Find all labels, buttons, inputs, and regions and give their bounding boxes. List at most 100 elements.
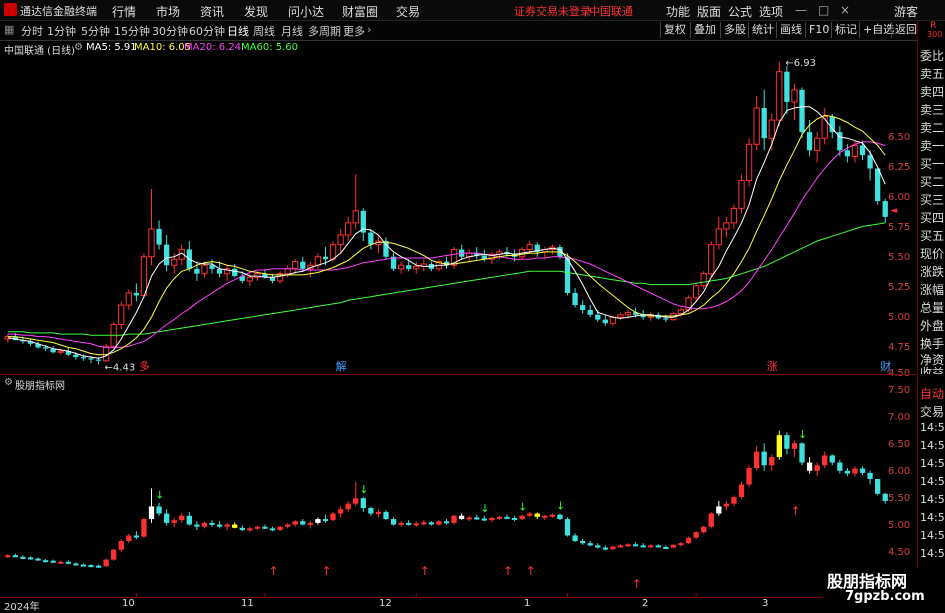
- menu-banmian[interactable]: 版面: [697, 3, 721, 20]
- side-volume[interactable]: 总量: [920, 299, 944, 316]
- candle-body: [715, 228, 722, 246]
- side-price[interactable]: 现价: [920, 245, 944, 262]
- period-60min[interactable]: 60分钟: [189, 23, 225, 39]
- sell-signal-arrow: ↓: [556, 500, 565, 513]
- side-buy3[interactable]: 买三: [920, 191, 944, 208]
- ma10-line: [7, 114, 886, 356]
- indicator-bar: [50, 560, 56, 563]
- side-change[interactable]: 涨跌: [920, 263, 944, 280]
- candle-body: [844, 150, 851, 157]
- biaoji-button[interactable]: 标记: [831, 22, 860, 38]
- sell-signal-arrow: ↓: [359, 483, 368, 496]
- window-minimize-button[interactable]: —: [795, 3, 807, 17]
- back-button[interactable]: 返回: [891, 22, 920, 38]
- candle-body: [829, 116, 835, 133]
- candle-body: [125, 292, 132, 306]
- candle-body: [875, 168, 881, 202]
- indicator-bar: [806, 462, 813, 471]
- indicator-bar: [769, 457, 775, 466]
- menu-caifuquan[interactable]: 财富圈: [342, 3, 378, 20]
- indicator-tick: 6.50: [888, 439, 911, 450]
- duogu-button[interactable]: 多股: [720, 22, 749, 38]
- trade-time: 14:56: [920, 457, 945, 470]
- menu-wenxiaoda[interactable]: 问小达: [288, 3, 324, 20]
- stock-name-title: 中国联通: [589, 5, 633, 18]
- candle-body: [595, 314, 601, 320]
- indicator-bar: [156, 506, 162, 514]
- side-turnover[interactable]: 换手: [920, 335, 944, 352]
- candle-body: [194, 268, 200, 274]
- period-15min[interactable]: 15分钟: [114, 23, 150, 39]
- f10-button[interactable]: F10: [805, 22, 832, 38]
- menu-zixun[interactable]: 资讯: [200, 3, 224, 20]
- side-sell2[interactable]: 卖二: [920, 119, 944, 136]
- period-30min[interactable]: 30分钟: [152, 23, 188, 39]
- candle-body: [156, 228, 162, 245]
- candle-body: [368, 232, 374, 245]
- period-monthly[interactable]: 月线: [281, 23, 303, 39]
- huaxian-button[interactable]: 画线: [776, 22, 805, 38]
- indicator-bar: [209, 522, 215, 525]
- indicator-bar: [133, 535, 140, 538]
- watermark-url: 7gpzb.com: [845, 589, 925, 604]
- watermark: 股朋指标网 7gpzb.com: [823, 568, 943, 608]
- indicator-bar: [398, 522, 404, 525]
- menu-jiaoyi[interactable]: 交易: [396, 3, 420, 20]
- menu-shichang[interactable]: 市场: [156, 3, 180, 20]
- side-weibi[interactable]: 委比: [920, 47, 944, 64]
- side-change-pct[interactable]: 涨幅: [920, 281, 944, 298]
- indicator-bar: [685, 537, 692, 544]
- guest-user[interactable]: 游客: [894, 3, 918, 20]
- period-weekly[interactable]: 周线: [253, 23, 275, 39]
- window-maximize-button[interactable]: □: [818, 3, 829, 17]
- indicator-bar: [285, 524, 291, 527]
- candle-body: [700, 273, 707, 287]
- indicator-bar: [126, 535, 132, 541]
- indicator-bar: [224, 524, 230, 527]
- side-sell4[interactable]: 卖四: [920, 83, 944, 100]
- chart-icon[interactable]: ▦: [4, 23, 14, 36]
- indicator-bar: [640, 545, 646, 548]
- side-sell1[interactable]: 卖一: [920, 137, 944, 154]
- period-more[interactable]: 更多: [343, 23, 365, 39]
- menu-xuanxiang[interactable]: 选项: [759, 3, 783, 20]
- trade-label[interactable]: 交易: [920, 403, 944, 420]
- period-5min[interactable]: 5分钟: [81, 23, 110, 39]
- side-buy4[interactable]: 买四: [920, 209, 944, 226]
- indicator-bar: [458, 515, 465, 520]
- menu-hangqing[interactable]: 行情: [112, 3, 136, 20]
- candle-body: [624, 311, 632, 316]
- window-close-button[interactable]: ×: [840, 3, 850, 17]
- side-sell3[interactable]: 卖三: [920, 101, 944, 118]
- low-price-label: ←4.43: [105, 362, 136, 373]
- period-daily[interactable]: 日线: [227, 23, 249, 39]
- indicator-bar: [527, 513, 533, 516]
- side-buy5[interactable]: 买五: [920, 227, 944, 244]
- side-sell5[interactable]: 卖五: [920, 65, 944, 82]
- indicator-bar: [247, 528, 253, 531]
- side-buy2[interactable]: 买二: [920, 173, 944, 190]
- side-buy1[interactable]: 买一: [920, 155, 944, 172]
- period-fenshi[interactable]: 分时: [21, 23, 43, 39]
- indicator-bar: [163, 513, 170, 523]
- indicator-bar: [844, 470, 851, 474]
- fuquan-button[interactable]: 复权: [660, 22, 689, 38]
- menu-faxian[interactable]: 发现: [244, 3, 268, 20]
- candle-body: [102, 345, 110, 362]
- login-warning[interactable]: 证券交易未登录: [514, 3, 591, 19]
- indicator-bar: [73, 563, 79, 566]
- side-outer[interactable]: 外盘: [920, 317, 944, 334]
- side-earnings[interactable]: 收益: [920, 364, 944, 374]
- auto-trade[interactable]: 自动: [920, 385, 944, 402]
- diejia-button[interactable]: 叠加: [690, 22, 719, 38]
- chevron-right-icon[interactable]: ›: [367, 23, 371, 36]
- indicator-bar: [322, 519, 329, 522]
- indicator-chart[interactable]: ↓ ↓ ↓ ↓ ↓ ↓ ↑ ↑ ↑ ↑ ↑ ↑ ↑: [0, 375, 917, 597]
- menu-gongneng[interactable]: 功能: [666, 3, 690, 20]
- candlestick-chart[interactable]: ←6.93←4.43 多解涨财◄: [0, 42, 917, 374]
- menu-gongshi[interactable]: 公式: [728, 3, 752, 20]
- tongji-button[interactable]: 统计: [748, 22, 777, 38]
- candle-body: [723, 222, 730, 230]
- period-multi[interactable]: 多周期: [308, 23, 341, 39]
- period-1min[interactable]: 1分钟: [47, 23, 76, 39]
